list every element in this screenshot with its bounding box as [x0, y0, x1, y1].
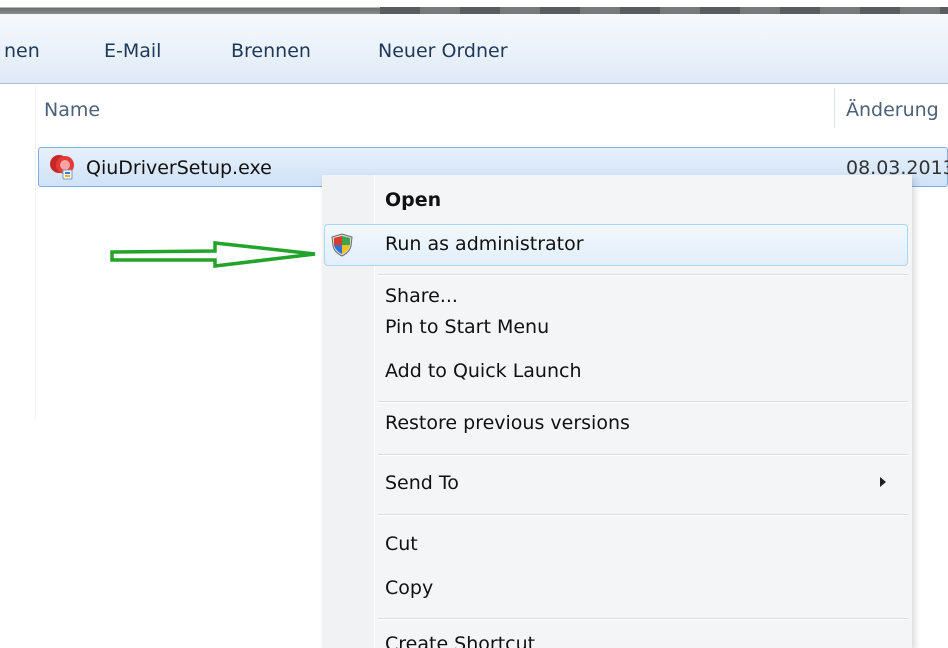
menu-item-cut[interactable]: Cut: [385, 533, 418, 555]
menu-item-share[interactable]: Share...: [385, 285, 458, 307]
menu-item-copy[interactable]: Copy: [385, 577, 433, 599]
menu-item-restore-previous-versions[interactable]: Restore previous versions: [385, 412, 630, 434]
menu-separator: [378, 618, 908, 620]
file-name[interactable]: QiuDriverSetup.exe: [86, 157, 272, 179]
green-arrow-icon: [110, 241, 316, 268]
toolbar-new-folder-button[interactable]: Neuer Ordner: [378, 40, 508, 62]
uac-shield-icon: [331, 233, 353, 257]
menu-item-pin-to-start[interactable]: Pin to Start Menu: [385, 316, 549, 338]
column-divider[interactable]: [834, 88, 835, 128]
menu-item-send-to[interactable]: Send To: [385, 472, 459, 494]
column-header-name[interactable]: Name: [44, 99, 100, 121]
exe-app-icon[interactable]: [48, 151, 78, 181]
menu-item-open[interactable]: Open: [385, 189, 441, 211]
menu-separator: [378, 514, 908, 516]
menu-item-create-shortcut[interactable]: Create Shortcut: [385, 633, 535, 648]
window-top-border: [0, 0, 948, 14]
submenu-arrow-icon: [880, 477, 886, 487]
column-header-date[interactable]: Änderung: [846, 99, 939, 121]
menu-separator: [378, 401, 908, 403]
navigation-pane-edge: [0, 85, 36, 420]
toolbar-email-button[interactable]: E-Mail: [104, 40, 161, 62]
menu-separator: [378, 274, 908, 276]
toolbar-item-partial[interactable]: nen: [4, 40, 40, 62]
menu-item-run-as-administrator[interactable]: Run as administrator: [385, 233, 584, 255]
menu-item-add-quick-launch[interactable]: Add to Quick Launch: [385, 360, 582, 382]
command-bar: nen E-Mail Brennen Neuer Ordner: [0, 14, 948, 84]
toolbar-burn-button[interactable]: Brennen: [231, 40, 311, 62]
menu-separator: [378, 454, 908, 456]
